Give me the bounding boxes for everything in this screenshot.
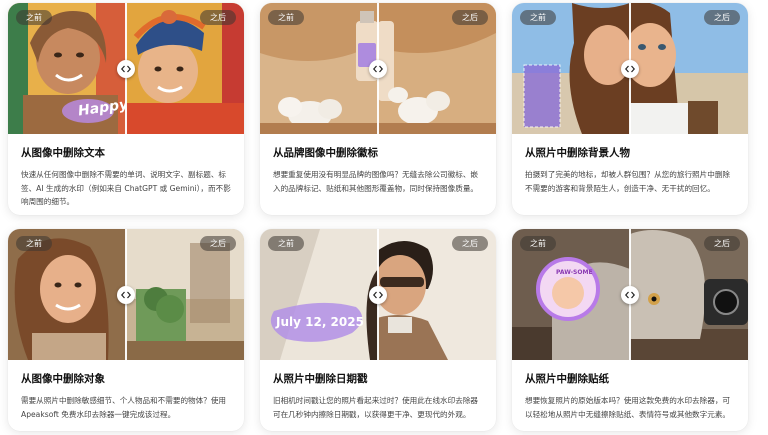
feature-card-remove-stickers[interactable]: PAW-SOME 之前 之后 从照片中删除贴纸 想要恢复照片的原始版本吗？使用这… bbox=[512, 229, 748, 431]
compare-arrows-icon[interactable] bbox=[369, 285, 387, 304]
card-title: 从品牌图像中删除徽标 bbox=[273, 147, 378, 159]
before-badge: 之前 bbox=[268, 236, 304, 251]
compare-arrows-icon[interactable] bbox=[369, 59, 387, 78]
card-description: 需要从照片中删除敏感细节、个人物品和不需要的物体？使用 Apeaksoft 免费… bbox=[21, 396, 227, 419]
sticker-text: PAW-SOME bbox=[556, 269, 593, 276]
feature-card-remove-logo[interactable]: 之前 之后 从品牌图像中删除徽标 想要重复使用没有明显品牌的图像吗？无缝去除公司… bbox=[260, 3, 496, 215]
before-badge: 之前 bbox=[520, 10, 556, 25]
card-title: 从照片中删除贴纸 bbox=[525, 373, 609, 385]
card-description: 想要恢复照片的原始版本吗？使用这款免费的水印去除器，可以轻松地从照片中无缝擦除贴… bbox=[525, 396, 731, 419]
after-badge: 之后 bbox=[704, 236, 740, 251]
before-after-comparison[interactable]: PAW-SOME 之前 之后 bbox=[512, 229, 748, 360]
after-badge: 之后 bbox=[452, 10, 488, 25]
card-description: 拍摄到了完美的地标，却被人群包围？从您的旅行照片中删除不需要的游客和背景陌生人，… bbox=[525, 170, 731, 193]
feature-card-remove-people[interactable]: 之前 之后 从照片中删除背景人物 拍摄到了完美的地标，却被人群包围？从您的旅行照… bbox=[512, 3, 748, 215]
compare-arrows-icon[interactable] bbox=[117, 59, 135, 78]
feature-card-remove-date-stamp[interactable]: July 12, 2025 之前 之后 从照片中删除日期戳 旧相机时间戳让您的照… bbox=[260, 229, 496, 431]
before-badge: 之前 bbox=[16, 236, 52, 251]
before-after-comparison[interactable]: Happy 之前 之后 bbox=[8, 3, 244, 134]
card-title: 从图像中删除对象 bbox=[21, 373, 105, 385]
after-badge: 之后 bbox=[452, 236, 488, 251]
before-badge: 之前 bbox=[520, 236, 556, 251]
before-after-comparison[interactable]: 之前 之后 bbox=[8, 229, 244, 360]
card-description: 旧相机时间戳让您的照片看起来过时？使用此在线水印去除器可在几秒钟内擦除日期戳，以… bbox=[273, 396, 479, 419]
card-description: 快速从任何图像中删除不需要的单词、说明文字、副标题、标签、AI 生成的水印（例如… bbox=[21, 170, 231, 206]
before-after-comparison[interactable]: 之前 之后 bbox=[260, 3, 496, 134]
compare-arrows-icon[interactable] bbox=[621, 59, 639, 78]
after-badge: 之后 bbox=[200, 236, 236, 251]
after-badge: 之后 bbox=[200, 10, 236, 25]
card-title: 从图像中删除文本 bbox=[21, 147, 105, 159]
date-stamp-text: July 12, 2025 bbox=[276, 315, 364, 329]
before-badge: 之前 bbox=[16, 10, 52, 25]
before-after-comparison[interactable]: 之前 之后 bbox=[512, 3, 748, 134]
before-badge: 之前 bbox=[268, 10, 304, 25]
card-description: 想要重复使用没有明显品牌的图像吗？无缝去除公司徽标、嵌入的品牌标记、贴纸和其他图… bbox=[273, 170, 479, 193]
before-after-comparison[interactable]: July 12, 2025 之前 之后 bbox=[260, 229, 496, 360]
card-title: 从照片中删除背景人物 bbox=[525, 147, 630, 159]
compare-arrows-icon[interactable] bbox=[117, 285, 135, 304]
after-badge: 之后 bbox=[704, 10, 740, 25]
feature-card-remove-objects[interactable]: 之前 之后 从图像中删除对象 需要从照片中删除敏感细节、个人物品和不需要的物体？… bbox=[8, 229, 244, 431]
card-title: 从照片中删除日期戳 bbox=[273, 373, 368, 385]
feature-card-remove-text[interactable]: Happy 之前 之后 从图像中删除文本 快速从任何图像中删除不需要的单词、说明… bbox=[8, 3, 244, 215]
compare-arrows-icon[interactable] bbox=[621, 285, 639, 304]
